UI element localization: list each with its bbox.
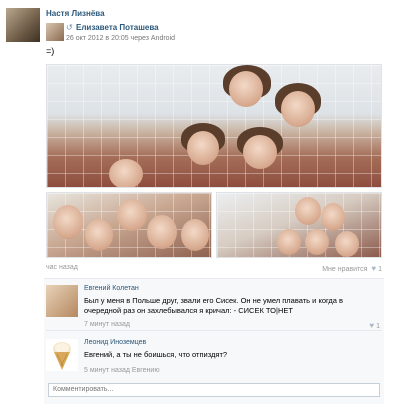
- face-shape: [305, 229, 329, 255]
- commenter-name[interactable]: Евгений Колетан: [84, 285, 139, 292]
- face-shape: [229, 71, 263, 107]
- face-shape: [147, 215, 177, 249]
- post-text: =): [46, 46, 55, 56]
- repost-avatar[interactable]: [46, 23, 64, 41]
- face-shape: [321, 203, 345, 231]
- like-label: Мне нравится: [322, 266, 368, 273]
- post-meta: час назад Мне нравится ♥ 1: [46, 264, 382, 274]
- post-photo-small[interactable]: [216, 192, 382, 258]
- commenter-name[interactable]: Леонид Иноземцев: [84, 339, 146, 346]
- comments-section: Евгений Колетан Был у меня в Польше друг…: [44, 278, 384, 404]
- face-shape: [277, 229, 301, 255]
- repost-date[interactable]: 26 окт 2012 в 20:05 через Android: [66, 35, 175, 42]
- comment-item: Леонид Иноземцев Евгений, а ты не боишьс…: [46, 337, 382, 377]
- comment-item: Евгений Колетан Был у меня в Польше друг…: [46, 283, 382, 331]
- face-shape: [109, 159, 143, 187]
- comment-time[interactable]: 5 минут назад Евгению: [84, 367, 160, 374]
- face-shape: [295, 197, 321, 225]
- repost-header: ↺ Елизавета Поташева 26 окт 2012 в 20:05…: [46, 22, 246, 46]
- commenter-avatar[interactable]: [46, 285, 78, 317]
- author-avatar[interactable]: [6, 8, 40, 42]
- comment-text: Евгений, а ты не боишься, что отпиздят?: [84, 350, 228, 359]
- post-photo-large[interactable]: [46, 64, 382, 188]
- comment-time[interactable]: 7 минут назад: [84, 321, 130, 328]
- face-shape: [281, 91, 315, 127]
- face-shape: [243, 135, 277, 169]
- comment-like-button[interactable]: ♥ 1: [367, 321, 380, 330]
- heart-icon: ♥: [371, 264, 377, 273]
- comment-input[interactable]: Комментировать...: [48, 383, 380, 397]
- post-time[interactable]: час назад: [46, 264, 78, 271]
- face-shape: [187, 131, 219, 165]
- author-name[interactable]: Настя Лизнёва: [46, 9, 105, 18]
- ice-cream-icon: [53, 342, 71, 370]
- repost-icon: ↺: [66, 23, 73, 32]
- post-photo-small[interactable]: [46, 192, 212, 258]
- face-shape: [335, 231, 359, 257]
- comment-text: Был у меня в Польше друг, звали его Сисе…: [84, 296, 343, 315]
- face-shape: [53, 205, 83, 239]
- like-button[interactable]: Мне нравится ♥ 1: [322, 264, 382, 273]
- heart-icon: ♥: [369, 321, 375, 330]
- face-shape: [85, 219, 113, 251]
- comment-like-count: 1: [376, 323, 380, 330]
- like-count: 1: [378, 266, 382, 273]
- repost-author-name[interactable]: Елизавета Поташева: [76, 23, 159, 32]
- face-shape: [181, 219, 209, 251]
- face-shape: [117, 199, 147, 231]
- commenter-avatar[interactable]: [46, 339, 78, 371]
